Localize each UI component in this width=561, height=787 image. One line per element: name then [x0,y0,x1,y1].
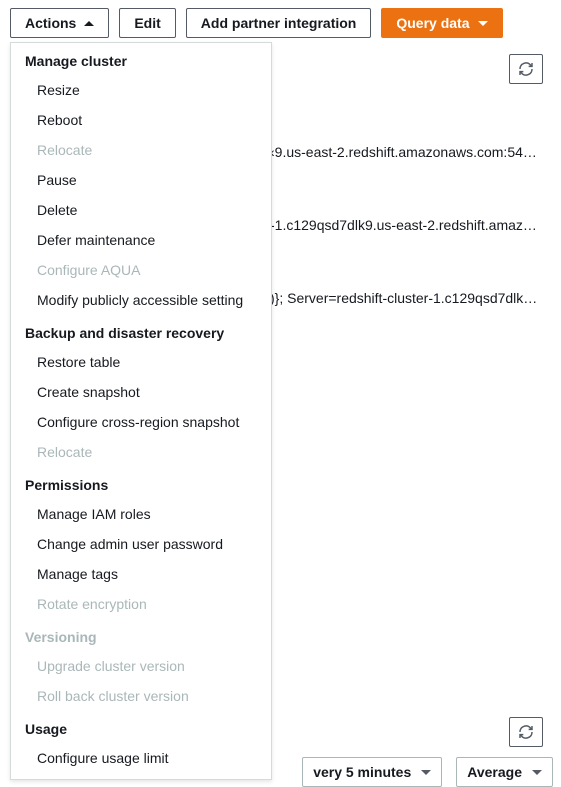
caret-down-icon [421,770,431,775]
interval-label: very 5 minutes [313,764,411,780]
dropdown-item: Upgrade cluster version [11,651,271,681]
dropdown-item: Roll back cluster version [11,681,271,711]
endpoint-text: ‹9.us-east-2.redshift.amazonaws.com:54… [270,140,551,164]
dropdown-item[interactable]: Change admin user password [11,529,271,559]
edit-label: Edit [134,15,160,31]
actions-dropdown: Manage clusterResizeRebootRelocatePauseD… [10,42,272,780]
dropdown-section-title: Manage cluster [11,43,271,75]
dropdown-item[interactable]: Modify publicly accessible setting [11,285,271,315]
jdbc-text: -1.c129qsd7dlk9.us-east-2.redshift.amaz… [270,213,551,237]
dropdown-item[interactable]: Manage tags [11,559,271,589]
query-data-button[interactable]: Query data [381,8,502,38]
caret-down-icon [532,770,542,775]
aggregate-select[interactable]: Average [456,757,553,787]
dropdown-item: Rotate encryption [11,589,271,619]
dropdown-section-title: Permissions [11,467,271,499]
dropdown-item[interactable]: Defer maintenance [11,225,271,255]
dropdown-item: Relocate [11,135,271,165]
add-partner-label: Add partner integration [201,15,357,31]
caret-up-icon [84,21,94,26]
dropdown-item[interactable]: Configure usage limit [11,743,271,773]
dropdown-item[interactable]: Pause [11,165,271,195]
refresh-button-2[interactable] [509,717,543,747]
refresh-icon [518,61,534,77]
refresh-icon [518,724,534,740]
interval-select[interactable]: very 5 minutes [302,757,442,787]
dropdown-item: Relocate [11,437,271,467]
dropdown-section-title: Backup and disaster recovery [11,315,271,347]
dropdown-item[interactable]: Manage IAM roles [11,499,271,529]
dropdown-section-title: Versioning [11,619,271,651]
dropdown-item[interactable]: Resize [11,75,271,105]
actions-button[interactable]: Actions [10,8,109,38]
dropdown-item[interactable]: Delete [11,195,271,225]
aggregate-label: Average [467,764,522,780]
dropdown-item[interactable]: Restore table [11,347,271,377]
dropdown-item[interactable]: Reboot [11,105,271,135]
odbc-text: )}; Server=redshift-cluster-1.c129qsd7dl… [270,286,551,310]
dropdown-item: Configure AQUA [11,255,271,285]
query-data-label: Query data [396,15,469,31]
toolbar: Actions Edit Add partner integration Que… [0,0,561,46]
edit-button[interactable]: Edit [119,8,175,38]
dropdown-item[interactable]: Create snapshot [11,377,271,407]
refresh-button[interactable] [509,54,543,84]
caret-down-icon [478,21,488,26]
dropdown-section-title: Usage [11,711,271,743]
add-partner-integration-button[interactable]: Add partner integration [186,8,372,38]
actions-label: Actions [25,15,76,31]
dropdown-item[interactable]: Configure cross-region snapshot [11,407,271,437]
